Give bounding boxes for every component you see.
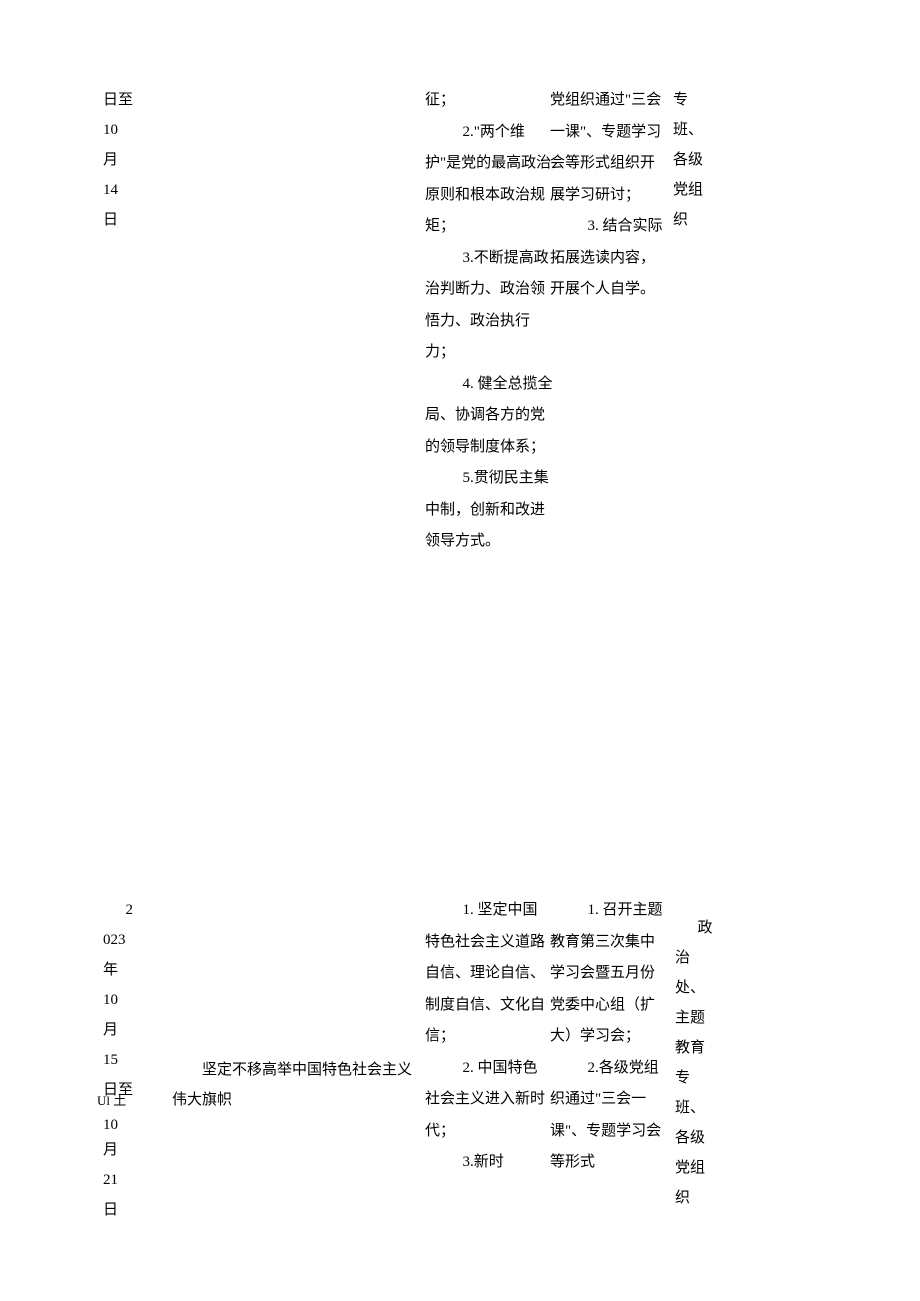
text: 15	[103, 1045, 153, 1075]
text: 14	[103, 175, 143, 205]
dept-cell-row2: 政 治 处、 主题 教育 专 班、 各级 党组 织	[675, 913, 725, 1213]
topic-text: 坚定不移高举中国特色社会主义伟大旗帜	[172, 1055, 412, 1115]
text: 专	[673, 85, 723, 115]
text: 10	[103, 115, 143, 145]
text: 主题	[675, 1003, 725, 1033]
method-item: 3. 结合实际拓展选读内容，开展个人自学。	[550, 211, 665, 306]
text: 处、	[675, 973, 725, 1003]
method-cell-row2: 1. 召开主题教育第三次集中学习会暨五月份党委中心组（扩大）学习会； 2.各级党…	[550, 895, 665, 1179]
text: 2	[103, 895, 153, 925]
date-cell-row1: 日至 10 月 14 日	[103, 85, 143, 235]
method-item: 党组织通过"三会一课"、专题学习会等形式组织开展学习研讨；	[550, 85, 665, 211]
text: 班、	[675, 1093, 725, 1123]
content-item: 2."两个维护"是党的最高政治原则和根本政治规矩；	[425, 117, 555, 243]
text: 日	[103, 1195, 153, 1225]
content-item: 征；	[425, 85, 555, 117]
topic-cell-row2: 坚定不移高举中国特色社会主义伟大旗帜	[172, 1055, 412, 1115]
text: 织	[673, 205, 723, 235]
method-item: 2.各级党组织通过"三会一课"、专题学习会等形式	[550, 1053, 665, 1179]
text: 023	[103, 925, 153, 955]
content-item: 2. 中国特色社会主义进入新时代；	[425, 1053, 545, 1148]
text: 日至	[103, 85, 143, 115]
dept-cell-row1: 专 班、 各级 党组 织	[673, 85, 723, 235]
text: 月	[103, 1015, 153, 1045]
text: 治	[675, 943, 725, 973]
method-cell-row1: 党组织通过"三会一课"、专题学习会等形式组织开展学习研讨； 3. 结合实际拓展选…	[550, 85, 665, 306]
content-item: 3.新时	[425, 1147, 545, 1179]
content-cell-row2: 1. 坚定中国特色社会主义道路自信、理论自信、制度自信、文化自信； 2. 中国特…	[425, 895, 545, 1179]
content-item: 5.贯彻民主集中制，创新和改进领导方式。	[425, 463, 555, 558]
text: 党组	[673, 175, 723, 205]
text: 各级	[673, 145, 723, 175]
text: 日	[103, 205, 143, 235]
text: 政	[675, 913, 725, 943]
text: 10	[103, 985, 153, 1015]
text: 各级	[675, 1123, 725, 1153]
text: 教育	[675, 1033, 725, 1063]
text: 10	[103, 1110, 153, 1140]
date-cell-row2: 2 023 年 10 月 15 Ul 土日至 10 月 21 日	[103, 895, 153, 1225]
content-item: 1. 坚定中国特色社会主义道路自信、理论自信、制度自信、文化自信；	[425, 895, 545, 1053]
content-item: 3.不断提高政治判断力、政治领悟力、政治执行力；	[425, 243, 555, 369]
text: 21	[103, 1165, 153, 1195]
text: 专	[675, 1063, 725, 1093]
content-item: 4. 健全总揽全局、协调各方的党的领导制度体系；	[425, 369, 555, 464]
text: 月	[103, 145, 143, 175]
text: 班、	[673, 115, 723, 145]
text: 党组	[675, 1153, 725, 1183]
text: 年	[103, 955, 153, 985]
method-item: 1. 召开主题教育第三次集中学习会暨五月份党委中心组（扩大）学习会；	[550, 895, 665, 1053]
text: 织	[675, 1183, 725, 1213]
content-cell-row1: 征； 2."两个维护"是党的最高政治原则和根本政治规矩； 3.不断提高政治判断力…	[425, 85, 555, 558]
